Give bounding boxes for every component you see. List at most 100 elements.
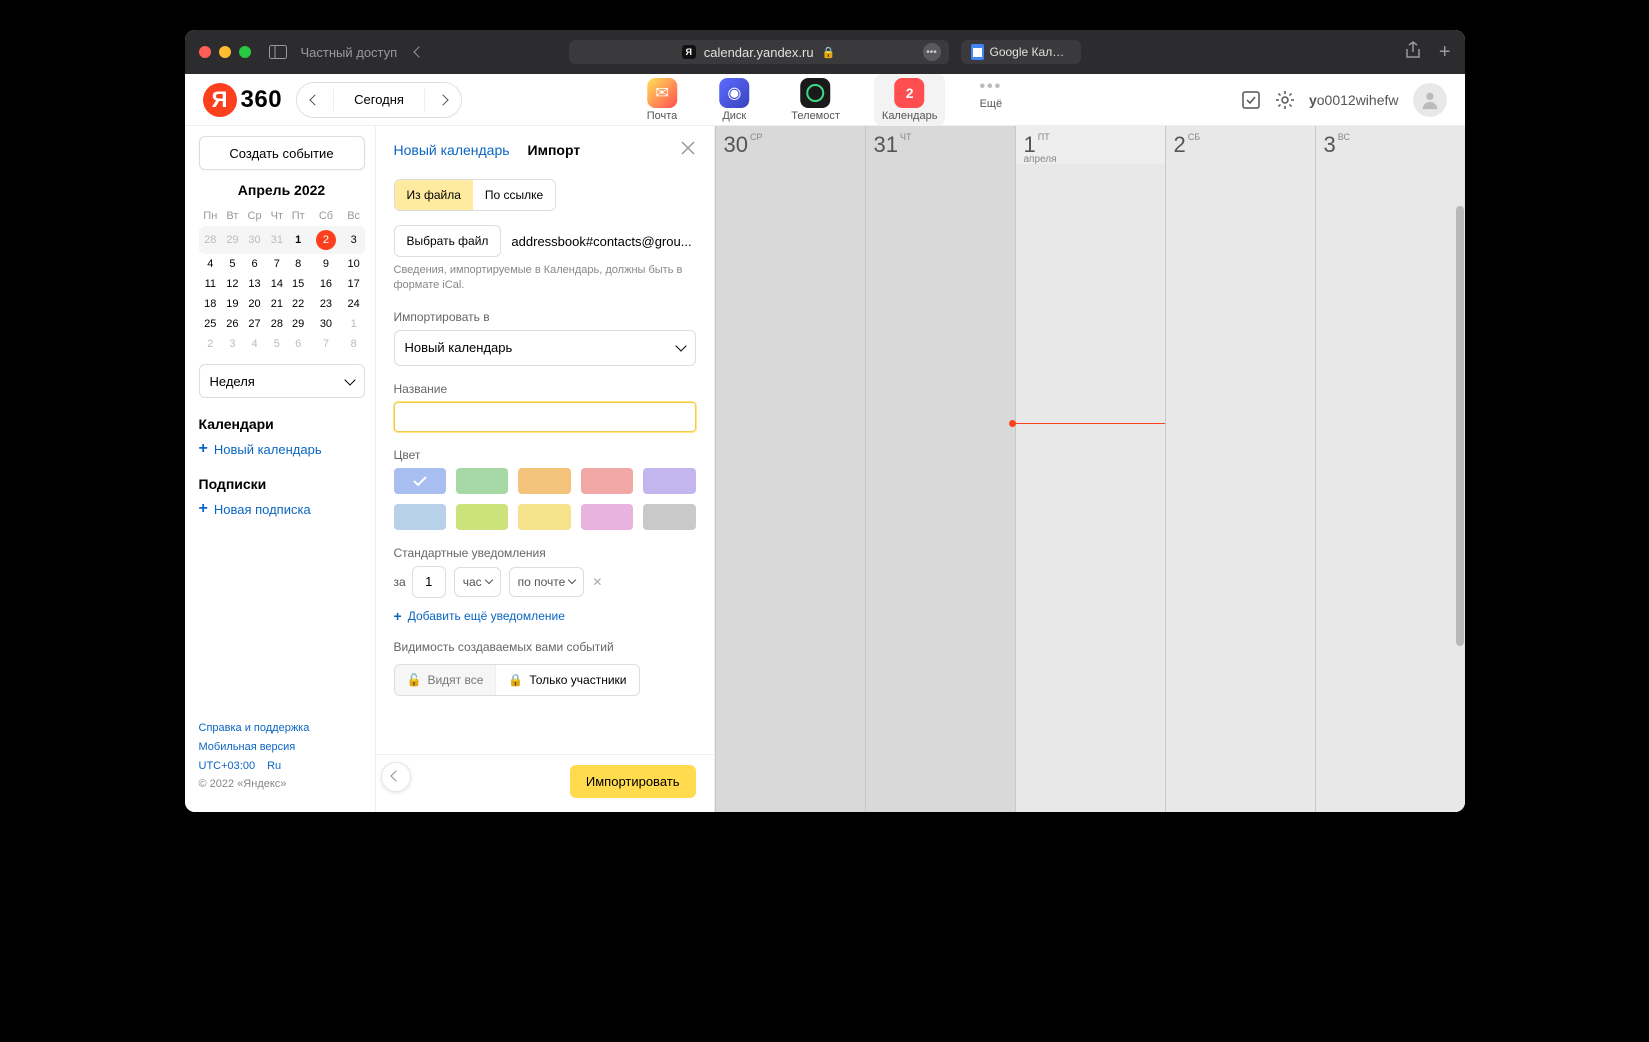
mini-cal-day[interactable]: 28: [199, 226, 223, 254]
mini-cal-day[interactable]: 1: [343, 314, 365, 334]
mini-cal-day[interactable]: 28: [266, 314, 287, 334]
mini-cal-day[interactable]: 13: [243, 274, 267, 294]
new-calendar-link[interactable]: + Новый календарь: [199, 440, 365, 458]
mini-cal-day[interactable]: 23: [309, 294, 343, 314]
mini-cal-day[interactable]: 18: [199, 294, 223, 314]
service-more[interactable]: ••• Ещё: [971, 74, 1010, 126]
mini-calendar[interactable]: ПнВтСрЧтПтСбВс 2829303112345678910111213…: [199, 206, 365, 354]
new-subscription-link[interactable]: + Новая подписка: [199, 500, 365, 518]
mini-cal-day[interactable]: 17: [343, 274, 365, 294]
address-bar[interactable]: Я calendar.yandex.ru 🔒 •••: [569, 40, 949, 64]
mini-cal-day[interactable]: 30: [309, 314, 343, 334]
create-event-button[interactable]: Создать событие: [199, 136, 365, 170]
notif-unit-select[interactable]: час: [454, 567, 501, 597]
sidebar-toggle-icon[interactable]: [269, 45, 287, 59]
color-swatch[interactable]: [456, 468, 508, 494]
color-swatch[interactable]: [518, 504, 570, 530]
collapse-sidebar-button[interactable]: [381, 762, 411, 792]
settings-icon[interactable]: [1275, 90, 1295, 110]
mini-cal-day[interactable]: 7: [309, 334, 343, 354]
notif-value-input[interactable]: [412, 566, 446, 598]
mini-cal-day[interactable]: 25: [199, 314, 223, 334]
close-panel-button[interactable]: [680, 140, 696, 159]
color-swatch[interactable]: [518, 468, 570, 494]
mini-cal-day[interactable]: 4: [199, 254, 223, 274]
color-swatch[interactable]: [643, 504, 695, 530]
next-period-button[interactable]: [425, 83, 461, 117]
mini-cal-day[interactable]: 5: [266, 334, 287, 354]
mobile-link[interactable]: Мобильная версия: [199, 738, 365, 757]
close-window-button[interactable]: [199, 46, 211, 58]
back-button[interactable]: [415, 43, 423, 61]
mini-cal-day[interactable]: 29: [222, 226, 243, 254]
visibility-all-button[interactable]: 🔓 Видят все: [395, 665, 496, 695]
mini-cal-day[interactable]: 24: [343, 294, 365, 314]
mini-cal-day[interactable]: 6: [287, 334, 309, 354]
service-mail[interactable]: ✉ Почта: [639, 74, 686, 126]
mini-cal-day[interactable]: 30: [243, 226, 267, 254]
service-calendar[interactable]: 2 Календарь: [874, 74, 946, 126]
background-tab[interactable]: Google Календа...: [961, 40, 1081, 64]
mini-cal-day[interactable]: 31: [266, 226, 287, 254]
mini-cal-day[interactable]: 2: [199, 334, 223, 354]
import-submit-button[interactable]: Импортировать: [570, 765, 696, 798]
mini-cal-day[interactable]: 9: [309, 254, 343, 274]
timezone-link[interactable]: UTC+03:00: [199, 757, 256, 776]
prev-period-button[interactable]: [297, 83, 333, 117]
tab-new-calendar[interactable]: Новый календарь: [394, 142, 510, 158]
mini-cal-day[interactable]: 11: [199, 274, 223, 294]
mini-cal-day[interactable]: 2: [309, 226, 343, 254]
tasks-icon[interactable]: [1241, 90, 1261, 110]
tab-import[interactable]: Импорт: [528, 142, 581, 158]
color-swatch[interactable]: [456, 504, 508, 530]
mini-cal-day[interactable]: 3: [222, 334, 243, 354]
mini-cal-day[interactable]: 15: [287, 274, 309, 294]
mini-cal-day[interactable]: 7: [266, 254, 287, 274]
mini-cal-day[interactable]: 19: [222, 294, 243, 314]
import-to-select[interactable]: Новый календарь: [394, 330, 696, 366]
remove-notification-button[interactable]: ✕: [592, 575, 602, 589]
today-button[interactable]: Сегодня: [334, 83, 424, 117]
seg-from-file[interactable]: Из файла: [395, 180, 473, 210]
color-swatch[interactable]: [581, 504, 633, 530]
mini-cal-day[interactable]: 16: [309, 274, 343, 294]
mini-cal-day[interactable]: 20: [243, 294, 267, 314]
color-swatch[interactable]: [394, 468, 446, 494]
mini-cal-day[interactable]: 27: [243, 314, 267, 334]
scrollbar[interactable]: [1456, 206, 1464, 804]
seg-from-url[interactable]: По ссылке: [473, 180, 555, 210]
page-actions-icon[interactable]: •••: [923, 43, 941, 61]
mini-cal-day[interactable]: 6: [243, 254, 267, 274]
mini-cal-day[interactable]: 3: [343, 226, 365, 254]
calendar-name-input[interactable]: [394, 402, 696, 432]
avatar[interactable]: [1413, 83, 1447, 117]
new-tab-icon[interactable]: +: [1439, 41, 1451, 64]
language-link[interactable]: Ru: [267, 757, 281, 776]
username[interactable]: yo0012wihefw: [1309, 92, 1399, 108]
service-telemost[interactable]: Телемост: [783, 74, 848, 126]
mini-cal-day[interactable]: 26: [222, 314, 243, 334]
grid-body[interactable]: [715, 164, 1465, 812]
minimize-window-button[interactable]: [219, 46, 231, 58]
mini-cal-day[interactable]: 8: [287, 254, 309, 274]
mini-cal-day[interactable]: 1: [287, 226, 309, 254]
mini-cal-day[interactable]: 5: [222, 254, 243, 274]
mini-cal-day[interactable]: 21: [266, 294, 287, 314]
fullscreen-window-button[interactable]: [239, 46, 251, 58]
mini-cal-day[interactable]: 12: [222, 274, 243, 294]
color-swatch[interactable]: [581, 468, 633, 494]
choose-file-button[interactable]: Выбрать файл: [394, 225, 502, 257]
add-notification-link[interactable]: + Добавить ещё уведомление: [394, 608, 696, 624]
color-swatch[interactable]: [394, 504, 446, 530]
visibility-participants-button[interactable]: 🔒 Только участники: [496, 665, 638, 695]
service-disk[interactable]: ◉ Диск: [711, 74, 757, 126]
mini-cal-day[interactable]: 8: [343, 334, 365, 354]
mini-cal-day[interactable]: 4: [243, 334, 267, 354]
logo[interactable]: Я 360: [203, 83, 283, 117]
mini-cal-day[interactable]: 10: [343, 254, 365, 274]
color-swatch[interactable]: [643, 468, 695, 494]
view-select[interactable]: Неделя: [199, 364, 365, 398]
share-icon[interactable]: [1405, 41, 1421, 64]
mini-cal-day[interactable]: 22: [287, 294, 309, 314]
mini-cal-day[interactable]: 14: [266, 274, 287, 294]
